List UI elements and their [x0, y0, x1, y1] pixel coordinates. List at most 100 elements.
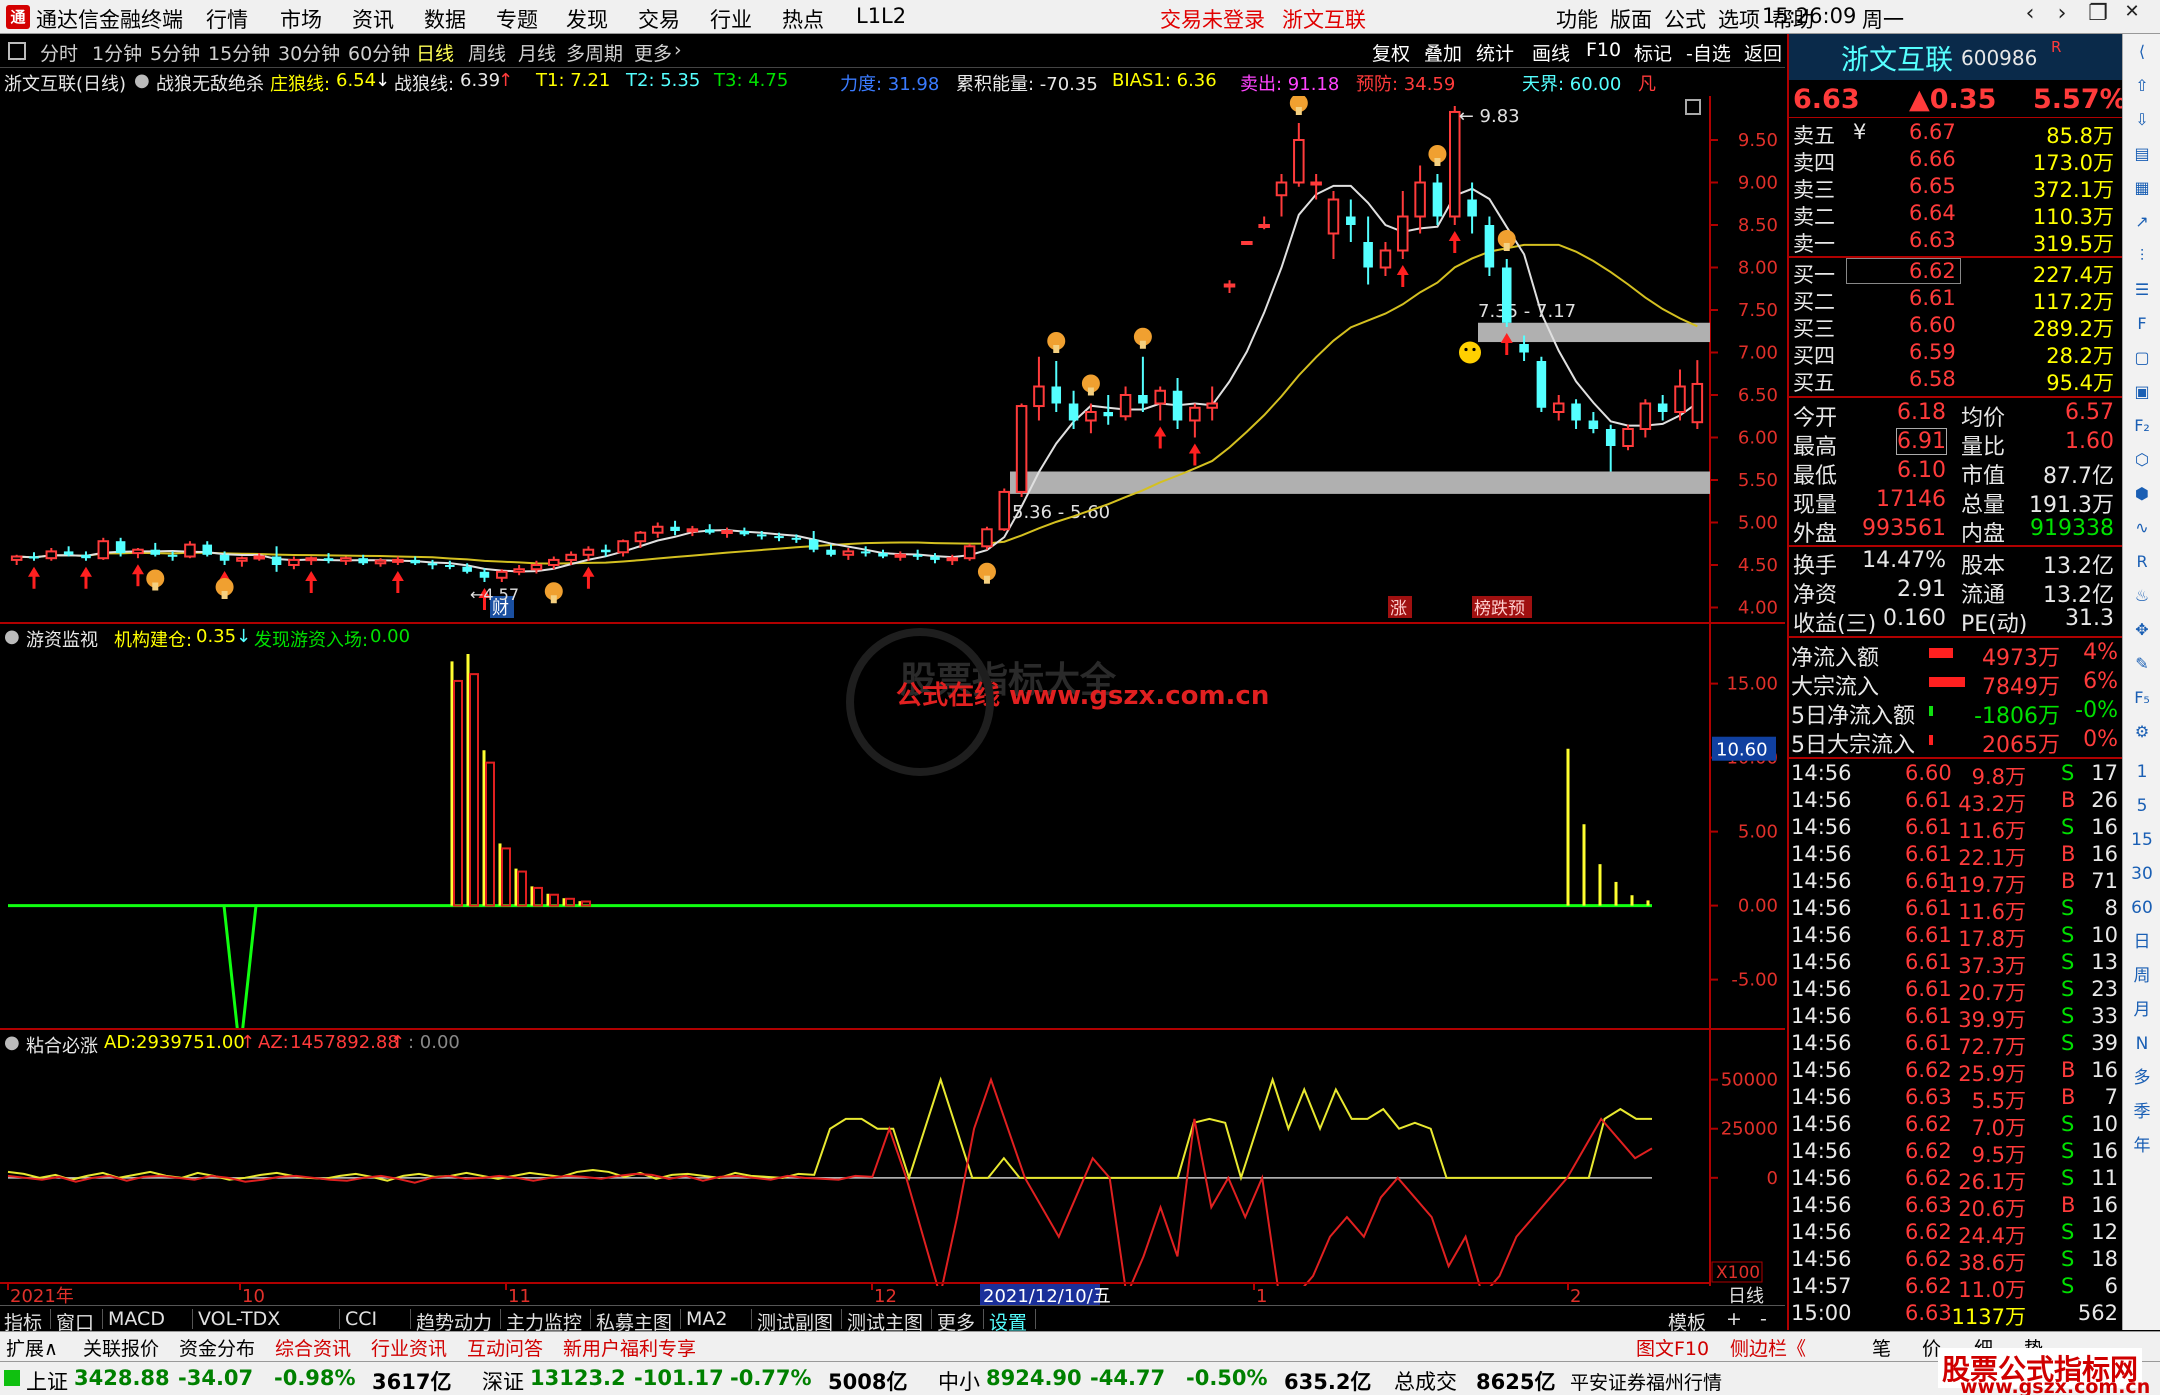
chart-tool-button[interactable]: 返回 — [1744, 39, 1782, 66]
candle[interactable] — [963, 543, 976, 561]
f2-icon[interactable]: F₂ — [2128, 412, 2156, 440]
ask-row[interactable]: 卖三 6.65 372.1万 — [1789, 174, 2122, 202]
candle[interactable] — [81, 551, 91, 561]
candle[interactable] — [1346, 199, 1356, 243]
rsi-icon[interactable]: R — [2128, 548, 2156, 576]
hexagon-icon[interactable]: ⬡ — [2128, 446, 2156, 474]
top-menu-item[interactable]: 数据 — [424, 4, 466, 34]
right-menu-item[interactable]: 公式 — [1664, 4, 1706, 34]
forward-icon[interactable]: › — [2042, 1, 2082, 31]
candle[interactable] — [1275, 174, 1288, 217]
bid-row[interactable]: 买四 6.59 28.2万 — [1789, 340, 2122, 368]
candle[interactable] — [97, 537, 110, 560]
candle[interactable] — [670, 520, 680, 536]
candle[interactable] — [1223, 280, 1236, 293]
chevron-right-icon[interactable]: › — [674, 39, 682, 61]
candle[interactable] — [721, 527, 733, 538]
candle[interactable] — [1138, 356, 1148, 412]
index-name[interactable]: 中小 — [938, 1366, 980, 1395]
wave-icon[interactable]: ∿ — [2128, 514, 2156, 542]
candle[interactable] — [1327, 191, 1340, 259]
candle[interactable] — [1397, 191, 1409, 259]
candle[interactable] — [1310, 174, 1322, 200]
bid-row[interactable]: 买三 6.60 289.2万 — [1789, 313, 2122, 341]
sidebar-period-3[interactable]: 30 — [2128, 860, 2156, 888]
layout-icon[interactable] — [8, 42, 26, 60]
indicator-tab[interactable]: CCI — [345, 1308, 377, 1330]
collapse-icon[interactable]: ● — [134, 70, 150, 91]
right-menu-item[interactable]: 版面 — [1610, 4, 1652, 34]
candle[interactable] — [1033, 356, 1045, 421]
f10-icon[interactable]: F — [2128, 310, 2156, 338]
move-icon[interactable]: ✥ — [2128, 616, 2156, 644]
ask-row[interactable]: 卖二 6.64 110.3万 — [1789, 201, 2122, 229]
bid-row[interactable]: 买五 6.58 95.4万 — [1789, 367, 2122, 395]
ask-row[interactable]: 卖一 6.63 319.5万 — [1789, 228, 2122, 256]
candle[interactable] — [826, 544, 836, 557]
top-menu-item[interactable]: 行情 — [206, 4, 248, 34]
candle[interactable] — [479, 568, 490, 582]
top-menu-item[interactable]: 专题 — [496, 4, 538, 34]
sidebar-period-9[interactable]: 多 — [2128, 1064, 2156, 1092]
candle[interactable] — [1674, 369, 1686, 421]
period-tab[interactable]: 周线 — [468, 39, 506, 66]
candle[interactable] — [1154, 386, 1166, 421]
candle[interactable] — [1103, 395, 1113, 425]
doc-icon[interactable]: ▢ — [2128, 344, 2156, 372]
side-toggle[interactable]: 侧边栏《 — [1730, 1334, 1806, 1361]
sidebar-period-11[interactable]: 年 — [2128, 1132, 2156, 1160]
candle[interactable] — [651, 522, 664, 538]
candle[interactable] — [1015, 403, 1028, 498]
candle[interactable] — [1501, 259, 1512, 327]
chart-line-icon[interactable]: ↗ — [2128, 208, 2156, 236]
period-tab[interactable]: 15分钟 — [208, 39, 270, 66]
period-tab[interactable]: 更多 — [634, 39, 672, 66]
candle[interactable] — [894, 551, 907, 561]
candle[interactable] — [686, 525, 699, 537]
period-tab[interactable]: 多周期 — [566, 39, 623, 66]
template-control[interactable]: + — [1726, 1308, 1742, 1330]
list-icon[interactable]: ☰ — [2128, 276, 2156, 304]
candle[interactable] — [288, 556, 300, 570]
top-menu-item[interactable]: 资讯 — [352, 4, 394, 34]
indicator-tab[interactable]: VOL-TDX — [198, 1308, 280, 1330]
candle[interactable] — [1241, 241, 1253, 245]
kline-icon[interactable]: ⫶ — [2128, 242, 2156, 270]
down-arrow-icon[interactable]: ⇩ — [2128, 106, 2156, 134]
candle[interactable] — [739, 527, 750, 537]
extension-tab[interactable]: 关联报价 — [83, 1334, 159, 1361]
sidebar-period-2[interactable]: 15 — [2128, 826, 2156, 854]
candle[interactable] — [998, 488, 1011, 532]
candle[interactable] — [10, 554, 23, 565]
candle[interactable] — [1639, 399, 1652, 438]
candle[interactable] — [912, 549, 923, 560]
period-tab[interactable]: 5分钟 — [150, 39, 200, 66]
candle[interactable] — [1258, 216, 1270, 230]
indicator-tab[interactable]: MACD — [108, 1308, 165, 1330]
chart-tool-button[interactable]: F10 — [1586, 39, 1621, 61]
sidebar-period-5[interactable]: 日 — [2128, 928, 2156, 956]
candle[interactable] — [1363, 216, 1373, 285]
f5-icon[interactable]: F₅ — [2128, 684, 2156, 712]
panel-options-icon[interactable] — [1685, 99, 1701, 115]
candle[interactable] — [392, 556, 404, 566]
candle[interactable] — [1293, 123, 1305, 187]
candle[interactable] — [45, 548, 58, 561]
extension-tab[interactable]: 扩展∧ — [6, 1334, 58, 1361]
candle[interactable] — [1657, 395, 1668, 421]
candle[interactable] — [496, 569, 508, 582]
period-tab[interactable]: 分时 — [40, 39, 78, 66]
index-name[interactable]: 深证 — [482, 1366, 524, 1395]
hexagon2-icon[interactable]: ⬢ — [2128, 480, 2156, 508]
close-icon[interactable]: ✕ — [2112, 1, 2152, 31]
candle[interactable] — [878, 549, 888, 559]
top-menu-item[interactable]: 交易 — [638, 4, 680, 34]
period-tab[interactable]: 1分钟 — [92, 39, 142, 66]
top-menu-item[interactable]: 市场 — [280, 4, 322, 34]
candle[interactable] — [1119, 386, 1132, 421]
expand-icon[interactable]: ⟨ — [2128, 38, 2156, 66]
candle[interactable] — [704, 524, 715, 535]
candle[interactable] — [981, 526, 993, 550]
nianhe-chart[interactable]: 50000 25000 0 X100 — [0, 1030, 1785, 1286]
bid-row[interactable]: 买二 6.61 117.2万 — [1789, 286, 2122, 314]
